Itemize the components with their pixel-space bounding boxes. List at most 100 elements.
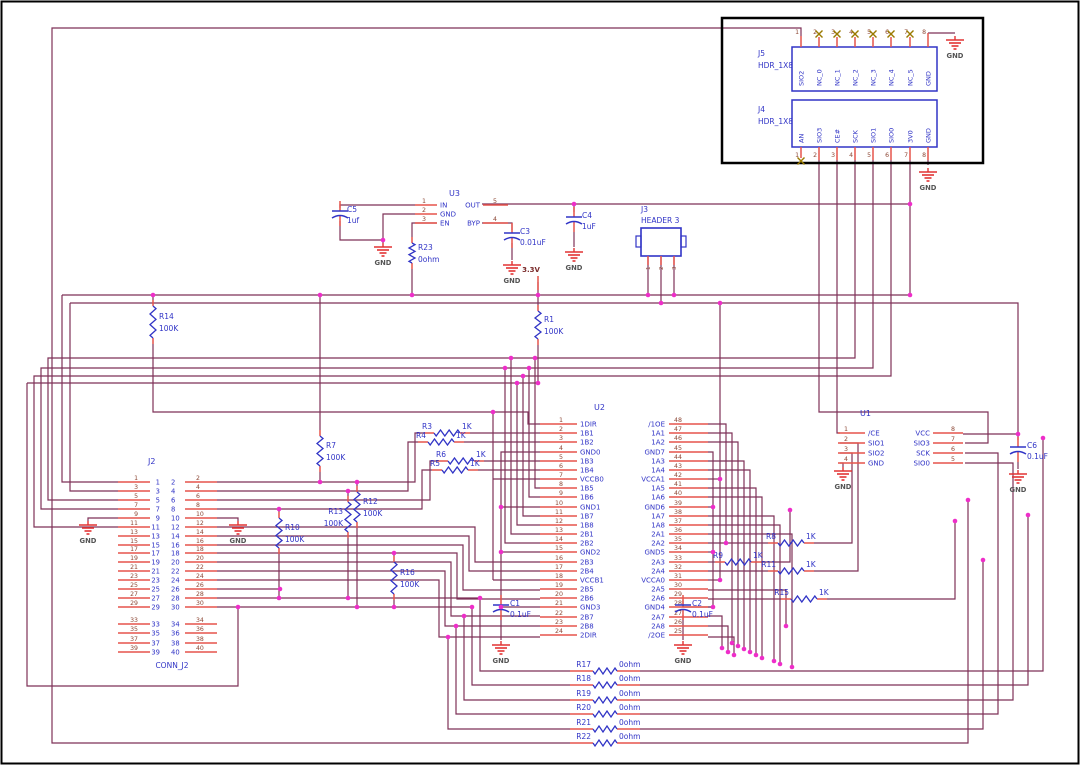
junction-dot [509,356,514,361]
pin-number: 13 [555,527,563,534]
pin-number: 5 [134,493,138,500]
gnd-symbol: GND [674,641,692,665]
pin-number: 27 [130,591,138,598]
pin-number: 28 [674,600,682,607]
gnd-label: GND [80,537,97,545]
resistor-R12[interactable]: R12100K [354,486,383,528]
pin-number: 34 [196,617,204,624]
rail-label: 3.3V [522,266,540,274]
resistor-body [593,711,617,717]
value-label: 100K [544,327,564,336]
value-label: 1uF [582,222,596,231]
pin-name: 1A8 [651,522,665,530]
ref-label: R20 [576,703,591,712]
value-label: 1K [806,560,817,569]
schematic-canvas[interactable]: U31IN2GND3ENOUT5BYP4U211DIR48/1OE21B1471… [0,0,1080,765]
resistor-R19[interactable]: R190ohm [570,689,640,703]
capacitor-C6[interactable]: C60.1uF [1010,437,1048,462]
junction-dot [778,662,783,667]
resistor-R22[interactable]: R220ohm [570,732,640,746]
pin-name: GND5 [644,549,665,557]
pin-number: 7 [904,29,908,36]
junction-dot [718,301,723,306]
pin-number: 29 [674,591,682,598]
value-label: 0ohm [619,703,640,712]
resistor-R10[interactable]: R10100K [276,512,305,554]
capacitor-C4[interactable]: C41uF [566,207,596,232]
resistor-R1[interactable]: R1100K [535,305,564,345]
resistor-R20[interactable]: R20 0ohm [570,703,640,717]
pin-name: GND1 [580,504,601,512]
component-u3[interactable]: U31IN2GND3ENOUT5BYP4 [415,189,508,228]
pin-name: SIO3 [914,440,930,448]
pin-number: 1 [646,267,652,271]
resistor-R23[interactable]: R230ohm [409,237,439,269]
pin-number: 22 [196,564,204,571]
junction-dot [711,550,716,555]
pin-number: 18 [555,573,563,580]
pin-number: 1 [795,29,799,36]
gnd-label: GND [835,483,852,491]
component-u1[interactable]: U11/CE2SIO13SIO24GND8VCC7SIO36SCK5SIO0GN… [834,409,963,491]
pin-name: 1A5 [651,485,665,493]
resistor-R17[interactable]: R170ohm [570,660,640,674]
pin-number-inner: 25 [151,586,160,594]
resistor-body [276,518,282,548]
component-j2[interactable]: J211223344556677889910101111121213131414… [79,457,247,670]
capacitor-C3[interactable]: C3 0.01uF [504,223,546,248]
pin-number: 2 [559,426,563,433]
resistor-R5[interactable]: R51K [430,459,481,473]
pin-number: 3 [831,29,835,36]
pin-number: 7 [904,152,908,159]
pin-number: 19 [555,582,563,589]
pin-number: 45 [674,445,682,452]
ref-label: R13 [328,507,343,516]
pin-name: 2B6 [580,595,594,603]
pin-name: IN [440,202,447,210]
resistor-R4[interactable]: R41K [416,431,467,445]
pin-number: 47 [674,426,682,433]
gnd-label: GND [504,277,521,285]
value-label: 0.01uF [520,238,546,247]
gnd-symbol: GND [229,521,247,545]
pin-number: 30 [196,600,204,607]
wire [482,223,512,230]
resistor-R13[interactable]: R13100K [324,496,351,538]
pin-number: 12 [555,518,563,525]
pin-name: /CE [868,430,880,438]
resistor-R21[interactable]: R210ohm [570,718,640,732]
pin-number: 15 [555,545,563,552]
junction-dot [724,541,729,546]
component-j5[interactable]: J5HDR_1X81SIO22NC_03NC_14NC_25NC_36NC_47… [757,29,964,91]
junction-dot [732,653,737,658]
pin-name: GND [440,211,456,219]
resistor-R7[interactable]: R7100K [317,430,346,472]
ref-label: R4 [416,431,426,440]
junction-dot [659,301,664,306]
pin-number: 1 [422,198,426,205]
pin-number: 39 [130,645,138,652]
pin-name: SIO1 [870,128,878,143]
pin-name: 2A8 [651,623,665,631]
ref-label: R21 [576,718,591,727]
value-label: 100K [363,509,383,518]
pin-number: 35 [674,536,682,543]
pin-number: 21 [130,564,138,571]
resistor-R14[interactable]: R14100K [150,300,179,344]
pin-name: 2B5 [580,586,594,594]
resistor-R15[interactable]: R151K [774,588,830,602]
ref-label: R3 [422,422,432,431]
pin-name: 1A2 [651,439,665,447]
pin-number: 40 [674,490,682,497]
pin-number: 28 [196,591,204,598]
component-j3[interactable]: J3HEADER 3123 [636,205,686,270]
pin-name: 1B8 [580,522,594,530]
pin-number: 40 [196,645,204,652]
junction-dot [355,480,360,485]
wire [640,500,968,743]
pin-number: 1 [844,426,848,433]
resistor-R18[interactable]: R180ohm [570,674,640,688]
ref-label: C3 [520,227,530,236]
pin-number: 2 [196,475,200,482]
pin-name: 1A7 [651,513,665,521]
